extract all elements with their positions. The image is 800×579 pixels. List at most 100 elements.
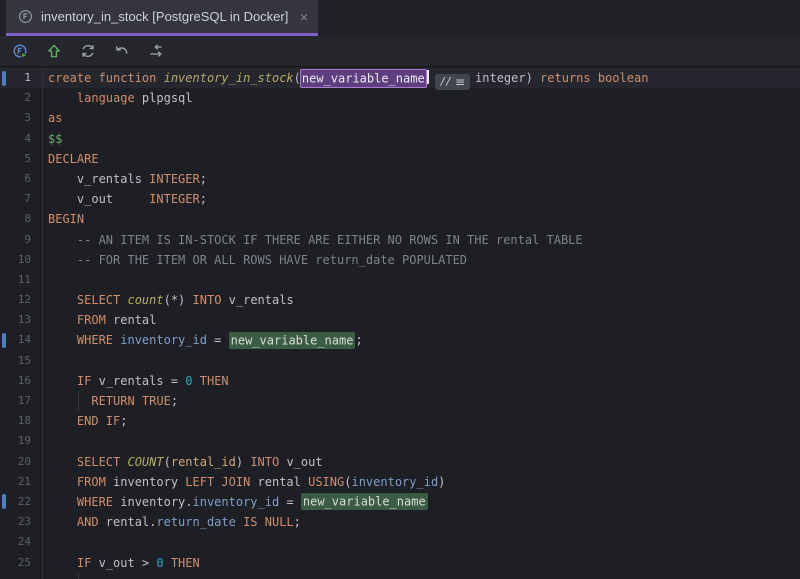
code-text[interactable]: SELECT count(*) INTO v_rentals <box>43 290 294 310</box>
line-number[interactable]: 18 <box>0 411 43 431</box>
code-text[interactable]: END IF; <box>43 411 127 431</box>
token-num: 0 <box>156 556 163 570</box>
line-number[interactable]: 4 <box>0 129 43 149</box>
token-id: v_out <box>48 192 149 206</box>
code-line[interactable]: 8BEGIN <box>0 209 800 229</box>
line-number[interactable]: 24 <box>0 532 43 552</box>
editor-tab-bar: inventory_in_stock [PostgreSQL in Docker… <box>0 0 800 36</box>
line-number[interactable]: 17 <box>0 391 43 411</box>
function-icon <box>18 9 33 24</box>
code-line[interactable]: 16 IF v_rentals = 0 THEN <box>0 371 800 391</box>
code-text[interactable]: DECLARE <box>43 149 99 169</box>
code-line[interactable]: 23 AND rental.return_date IS NULL; <box>0 512 800 532</box>
code-line[interactable]: 15 <box>0 351 800 371</box>
token-id: integer <box>475 71 526 85</box>
line-number[interactable]: 21 <box>0 472 43 492</box>
line-number[interactable]: 25 <box>0 553 43 573</box>
code-line[interactable]: 22 WHERE inventory.inventory_id = new_va… <box>0 492 800 512</box>
code-line[interactable]: 7 v_out INTEGER; <box>0 189 800 209</box>
line-number[interactable]: 8 <box>0 209 43 229</box>
code-text[interactable]: -- FOR THE ITEM OR ALL ROWS HAVE return_… <box>43 250 467 270</box>
code-line[interactable]: 17 RETURN TRUE; <box>0 391 800 411</box>
line-number[interactable]: 10 <box>0 250 43 270</box>
code-text[interactable]: language plpgsql <box>43 88 193 108</box>
code-text[interactable]: create function inventory_in_stock(new_v… <box>43 68 648 88</box>
code-text[interactable]: $$ <box>43 129 62 149</box>
code-line[interactable]: 18 END IF; <box>0 411 800 431</box>
code-text[interactable] <box>43 532 48 552</box>
token-col: inventory_id <box>351 475 438 489</box>
code-text[interactable] <box>43 573 48 579</box>
code-line[interactable]: 25 IF v_out > 0 THEN <box>0 553 800 573</box>
code-text[interactable]: RETURN TRUE; <box>43 391 178 411</box>
code-line[interactable]: 6 v_rentals INTEGER; <box>0 169 800 189</box>
token-col: inventory_id <box>120 333 207 347</box>
undo-button[interactable] <box>110 39 134 63</box>
line-number[interactable]: 1 <box>0 68 43 88</box>
token-kw: returns boolean <box>540 71 648 85</box>
line-number[interactable] <box>0 573 43 579</box>
code-line[interactable]: 14 WHERE inventory_id = new_variable_nam… <box>0 330 800 350</box>
tab-inventory-in-stock[interactable]: inventory_in_stock [PostgreSQL in Docker… <box>6 0 318 33</box>
code-text[interactable]: WHERE inventory_id = new_variable_name; <box>43 330 363 350</box>
code-text[interactable]: v_out INTEGER; <box>43 189 207 209</box>
code-line[interactable]: 19 <box>0 431 800 451</box>
code-text[interactable]: as <box>43 108 62 128</box>
line-number[interactable]: 12 <box>0 290 43 310</box>
line-number[interactable]: 7 <box>0 189 43 209</box>
code-text[interactable]: IF v_rentals = 0 THEN <box>43 371 229 391</box>
code-text[interactable]: -- AN ITEM IS IN-STOCK IF THERE ARE EITH… <box>43 230 583 250</box>
line-number[interactable]: 3 <box>0 108 43 128</box>
code-text[interactable] <box>43 431 48 451</box>
code-line[interactable]: 21 FROM inventory LEFT JOIN rental USING… <box>0 472 800 492</box>
refresh-button[interactable] <box>76 39 100 63</box>
code-line[interactable]: 20 SELECT COUNT(rental_id) INTO v_out <box>0 452 800 472</box>
token-id: ) <box>236 455 250 469</box>
code-line[interactable]: 2 language plpgsql <box>0 88 800 108</box>
code-editor[interactable]: 1create function inventory_in_stock(new_… <box>0 68 800 579</box>
code-text[interactable]: v_rentals INTEGER; <box>43 169 207 189</box>
line-number[interactable]: 20 <box>0 452 43 472</box>
token-id: ) <box>438 475 445 489</box>
line-number[interactable]: 6 <box>0 169 43 189</box>
code-line[interactable]: 10 -- FOR THE ITEM OR ALL ROWS HAVE retu… <box>0 250 800 270</box>
line-number[interactable]: 13 <box>0 310 43 330</box>
code-line[interactable]: 4$$ <box>0 129 800 149</box>
jump-to-source-button[interactable] <box>144 39 168 63</box>
run-function-button[interactable] <box>8 39 32 63</box>
close-icon[interactable]: × <box>300 10 308 24</box>
code-text[interactable]: SELECT COUNT(rental_id) INTO v_out <box>43 452 323 472</box>
code-text[interactable]: FROM rental <box>43 310 156 330</box>
line-number[interactable]: 16 <box>0 371 43 391</box>
line-number[interactable]: 11 <box>0 270 43 290</box>
code-line[interactable]: 11 <box>0 270 800 290</box>
code-text[interactable]: FROM inventory LEFT JOIN rental USING(in… <box>43 472 445 492</box>
code-text[interactable]: WHERE inventory.inventory_id = new_varia… <box>43 492 428 512</box>
line-number[interactable]: 5 <box>0 149 43 169</box>
code-line[interactable]: 24 <box>0 532 800 552</box>
code-text[interactable]: BEGIN <box>43 209 84 229</box>
code-text[interactable]: AND rental.return_date IS NULL; <box>43 512 301 532</box>
token-kw: FROM <box>48 475 113 489</box>
code-line[interactable]: 1create function inventory_in_stock(new_… <box>0 68 800 88</box>
line-number[interactable]: 14 <box>0 330 43 350</box>
commit-button[interactable] <box>42 39 66 63</box>
token-kw: WHERE <box>48 333 120 347</box>
code-line[interactable]: 13 FROM rental <box>0 310 800 330</box>
line-number[interactable]: 15 <box>0 351 43 371</box>
editor-filler-line[interactable] <box>0 573 800 579</box>
line-number[interactable]: 2 <box>0 88 43 108</box>
refresh-icon <box>80 43 96 59</box>
code-text[interactable] <box>43 351 48 371</box>
line-number[interactable]: 9 <box>0 230 43 250</box>
code-text[interactable]: IF v_out > 0 THEN <box>43 553 200 573</box>
code-line[interactable]: 12 SELECT count(*) INTO v_rentals <box>0 290 800 310</box>
token-id: ; <box>200 172 207 186</box>
code-line[interactable]: 3as <box>0 108 800 128</box>
code-text[interactable] <box>43 270 48 290</box>
line-number[interactable]: 19 <box>0 431 43 451</box>
code-line[interactable]: 5DECLARE <box>0 149 800 169</box>
line-number[interactable]: 22 <box>0 492 43 512</box>
code-line[interactable]: 9 -- AN ITEM IS IN-STOCK IF THERE ARE EI… <box>0 230 800 250</box>
line-number[interactable]: 23 <box>0 512 43 532</box>
